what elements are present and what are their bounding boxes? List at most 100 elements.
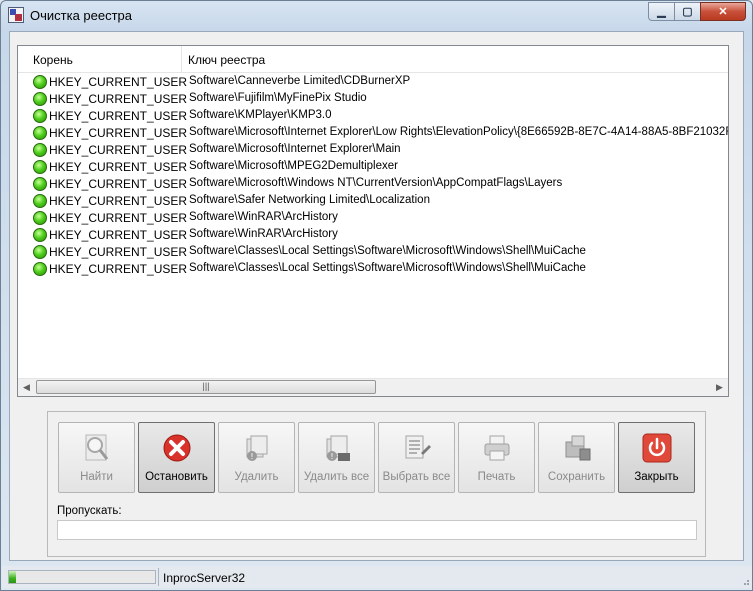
power-icon (642, 433, 672, 463)
scroll-left-icon[interactable]: ◀ (18, 379, 35, 396)
list-rows: HKEY_CURRENT_USER Software\Canneverbe Lim… (18, 74, 728, 278)
svg-text:!: ! (330, 452, 333, 461)
row-root: HKEY_CURRENT_USER (49, 262, 188, 276)
row-key: Software\Microsoft\Internet Explorer\Low… (189, 126, 729, 138)
print-button[interactable]: Печать (458, 422, 535, 493)
table-row[interactable]: HKEY_CURRENT_USER Software\Classes\Local … (18, 261, 728, 278)
row-root: HKEY_CURRENT_USER (49, 126, 188, 140)
save-button[interactable]: Сохранить (538, 422, 615, 493)
close-window-button[interactable]: ✕ (700, 2, 746, 21)
delete-all-label: Удалить все (303, 471, 370, 483)
delete-all-button[interactable]: ! Удалить все (298, 422, 375, 493)
green-status-icon (33, 245, 47, 259)
green-status-icon (33, 126, 47, 140)
delete-all-icon: ! (326, 435, 350, 461)
select-all-label: Выбрать все (382, 471, 451, 483)
stop-icon (163, 434, 191, 462)
green-status-icon (33, 262, 47, 276)
stop-label: Остановить (145, 471, 208, 483)
row-root: HKEY_CURRENT_USER (49, 160, 188, 174)
row-root: HKEY_CURRENT_USER (49, 75, 188, 89)
row-key: Software\Canneverbe Limited\CDBurnerXP (189, 75, 411, 87)
row-key: Software\WinRAR\ArcHistory (189, 228, 338, 240)
green-status-icon (33, 109, 47, 123)
table-row[interactable]: HKEY_CURRENT_USER Software\Safer Networki… (18, 193, 728, 210)
app-window: Очистка реестра ▁ ▢ ✕ Корень Ключ реестр… (0, 0, 753, 591)
close-icon: ✕ (718, 6, 728, 18)
select-all-icon (405, 435, 431, 459)
table-row[interactable]: HKEY_CURRENT_USER Software\WinRAR\ArcHist… (18, 210, 728, 227)
row-root: HKEY_CURRENT_USER (49, 211, 188, 225)
row-root: HKEY_CURRENT_USER (49, 194, 188, 208)
title-bar[interactable]: Очистка реестра ▁ ▢ ✕ (1, 1, 752, 31)
column-header-key[interactable]: Ключ реестра (182, 46, 728, 72)
row-key: Software\Safer Networking Limited\Locali… (189, 194, 430, 206)
green-status-icon (33, 160, 47, 174)
print-label: Печать (477, 471, 516, 483)
column-header-root[interactable]: Корень (27, 46, 182, 72)
table-row[interactable]: HKEY_CURRENT_USER Software\Microsoft\Wind… (18, 176, 728, 193)
close-label: Закрыть (634, 471, 679, 483)
green-status-icon (33, 228, 47, 242)
table-row[interactable]: HKEY_CURRENT_USER Software\Microsoft\Inte… (18, 142, 728, 159)
row-key: Software\Microsoft\Windows NT\CurrentVer… (189, 177, 563, 189)
row-key: Software\Fujifilm\MyFinePix Studio (189, 92, 367, 104)
row-key: Software\KMPlayer\KMP3.0 (189, 109, 332, 121)
green-status-icon (33, 143, 47, 157)
save-icon (565, 435, 591, 461)
maximize-button[interactable]: ▢ (674, 2, 701, 21)
skip-input[interactable] (57, 520, 697, 540)
green-status-icon (33, 211, 47, 225)
maximize-icon: ▢ (682, 6, 693, 18)
table-row[interactable]: HKEY_CURRENT_USER Software\Microsoft\Inte… (18, 125, 728, 142)
green-status-icon (33, 92, 47, 106)
minimize-button[interactable]: ▁ (648, 2, 675, 21)
stop-button[interactable]: Остановить (138, 422, 215, 493)
delete-icon: ! (246, 435, 268, 461)
caption-buttons: ▁ ▢ ✕ (648, 2, 746, 21)
row-root: HKEY_CURRENT_USER (49, 92, 188, 106)
status-separator (158, 568, 159, 586)
green-status-icon (33, 75, 47, 89)
skip-label: Пропускать: (57, 505, 122, 517)
row-root: HKEY_CURRENT_USER (49, 177, 188, 191)
table-row[interactable]: HKEY_CURRENT_USER Software\KMPlayer\KMP3.… (18, 108, 728, 125)
minimize-icon: ▁ (657, 6, 666, 18)
row-key: Software\Microsoft\Internet Explorer\Mai… (189, 143, 401, 155)
find-label: Найти (80, 471, 113, 483)
delete-label: Удалить (234, 471, 279, 483)
select-all-button[interactable]: Выбрать все (378, 422, 455, 493)
scroll-right-icon[interactable]: ▶ (711, 379, 728, 396)
scroll-thumb[interactable]: ||| (36, 380, 376, 394)
table-row[interactable]: HKEY_CURRENT_USER Software\Fujifilm\MyFin… (18, 91, 728, 108)
row-root: HKEY_CURRENT_USER (49, 143, 188, 157)
green-status-icon (33, 194, 47, 208)
row-root: HKEY_CURRENT_USER (49, 228, 188, 242)
row-root: HKEY_CURRENT_USER (49, 245, 188, 259)
close-button[interactable]: Закрыть (618, 422, 695, 493)
find-button[interactable]: Найти (58, 422, 135, 493)
printer-icon (484, 435, 510, 461)
list-header: Корень Ключ реестра (18, 46, 728, 73)
window-title: Очистка реестра (30, 8, 133, 23)
save-label: Сохранить (547, 471, 606, 483)
row-key: Software\WinRAR\ArcHistory (189, 211, 338, 223)
table-row[interactable]: HKEY_CURRENT_USER Software\Classes\Local … (18, 244, 728, 261)
registry-list[interactable]: Корень Ключ реестра HKEY_CURRENT_USER Sof… (17, 45, 729, 397)
resize-grip-icon[interactable] (740, 576, 750, 586)
svg-text:!: ! (250, 452, 253, 461)
table-row[interactable]: HKEY_CURRENT_USER Software\WinRAR\ArcHist… (18, 227, 728, 244)
table-row[interactable]: HKEY_CURRENT_USER Software\Microsoft\MPEG… (18, 159, 728, 176)
status-bar: InprocServer32 (2, 566, 752, 588)
progress-bar (8, 570, 156, 584)
status-text: InprocServer32 (163, 571, 246, 585)
progress-fill (9, 571, 17, 583)
magnifier-icon (85, 434, 109, 461)
delete-button[interactable]: ! Удалить (218, 422, 295, 493)
registry-app-icon (8, 7, 24, 23)
row-key: Software\Classes\Local Settings\Software… (189, 262, 586, 274)
row-root: HKEY_CURRENT_USER (49, 109, 188, 123)
table-row[interactable]: HKEY_CURRENT_USER Software\Canneverbe Lim… (18, 74, 728, 91)
green-status-icon (33, 177, 47, 191)
horizontal-scrollbar[interactable]: ◀ ||| ▶ (18, 378, 728, 396)
